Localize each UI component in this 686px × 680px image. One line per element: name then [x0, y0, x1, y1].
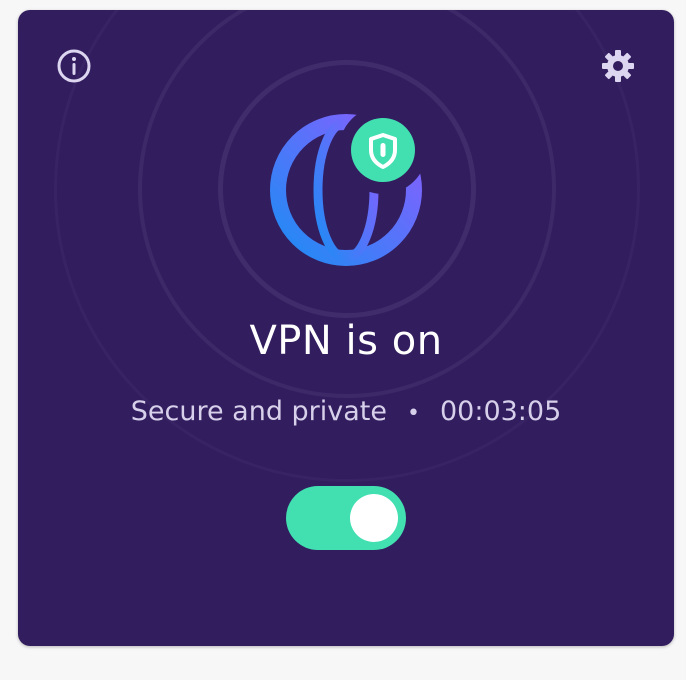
connection-timer: 00:03:05 — [439, 396, 562, 427]
vpn-toggle[interactable] — [286, 486, 406, 550]
info-button[interactable] — [54, 46, 94, 86]
gear-icon — [602, 50, 634, 82]
vpn-status-title: VPN is on — [249, 318, 443, 364]
vpn-status-graphic — [268, 110, 424, 270]
info-icon — [57, 49, 91, 83]
status-separator: • — [407, 401, 420, 426]
connection-status-text: Secure and private — [130, 396, 387, 427]
shield-icon — [351, 118, 415, 182]
toggle-knob[interactable] — [350, 494, 398, 542]
connection-status-line: Secure and private • 00:03:05 — [18, 394, 674, 432]
vpn-card: VPN is on Secure and private • 00:03:05 — [18, 10, 674, 646]
settings-button[interactable] — [598, 46, 638, 86]
